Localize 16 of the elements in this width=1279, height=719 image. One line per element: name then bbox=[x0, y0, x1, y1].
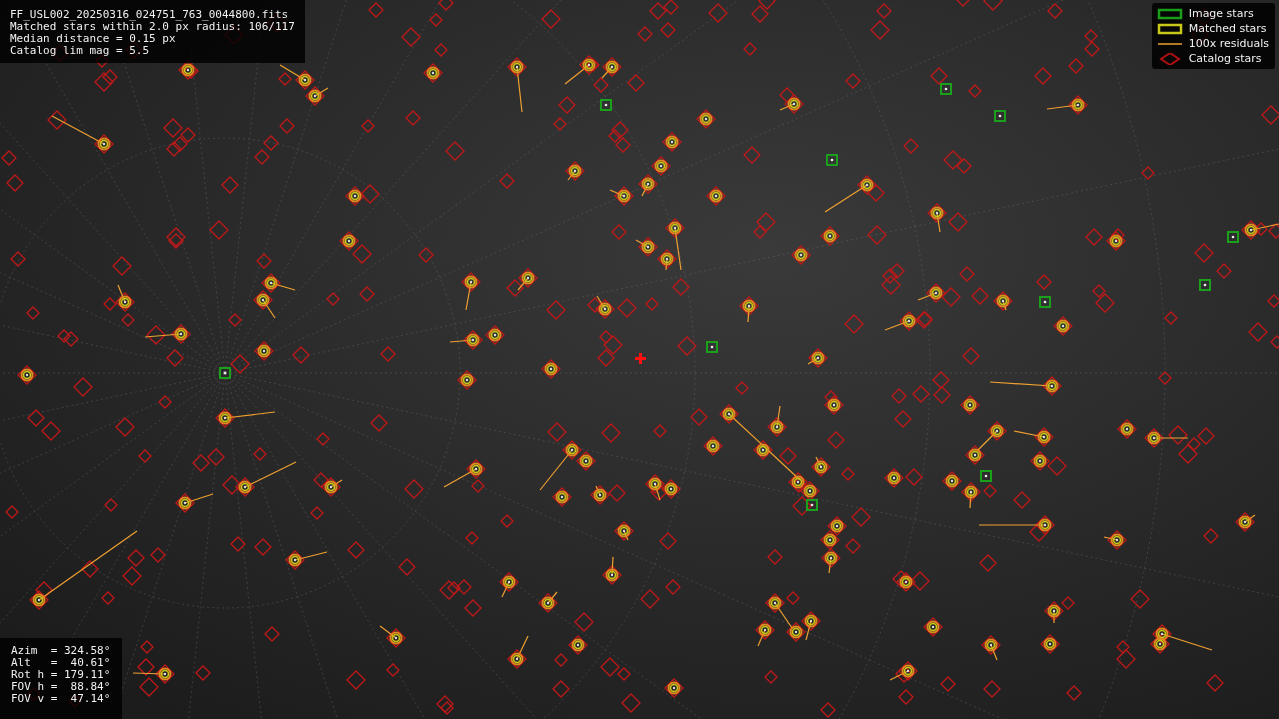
legend-label: Matched stars bbox=[1188, 22, 1267, 35]
pointing-text: Azim = 324.58° bbox=[11, 645, 111, 657]
square-outline-icon bbox=[1156, 7, 1183, 20]
legend-label: Catalog stars bbox=[1188, 52, 1262, 65]
pointing-text: FOV v = 47.14° bbox=[11, 693, 111, 705]
info-text: Median distance = 0.15 px bbox=[10, 33, 177, 45]
info-text: Matched stars within 2.0 px radius: 106/117 bbox=[10, 21, 295, 33]
rectangle-outline-icon bbox=[1156, 22, 1183, 35]
info-text: FF_USL002_20250316_024751_763_0044800.fits bbox=[10, 9, 290, 21]
pointing-text: FOV h = 88.84° bbox=[11, 681, 111, 693]
pointing-text: Rot h = 179.11° bbox=[11, 669, 111, 681]
center-cross-icon bbox=[635, 353, 646, 364]
legend-label: 100x residuals bbox=[1188, 37, 1269, 50]
pointing-text: Alt = 40.61° bbox=[11, 657, 111, 669]
legend-label: Image stars bbox=[1188, 7, 1254, 20]
info-text: Catalog lim mag = 5.5 bbox=[10, 45, 151, 57]
